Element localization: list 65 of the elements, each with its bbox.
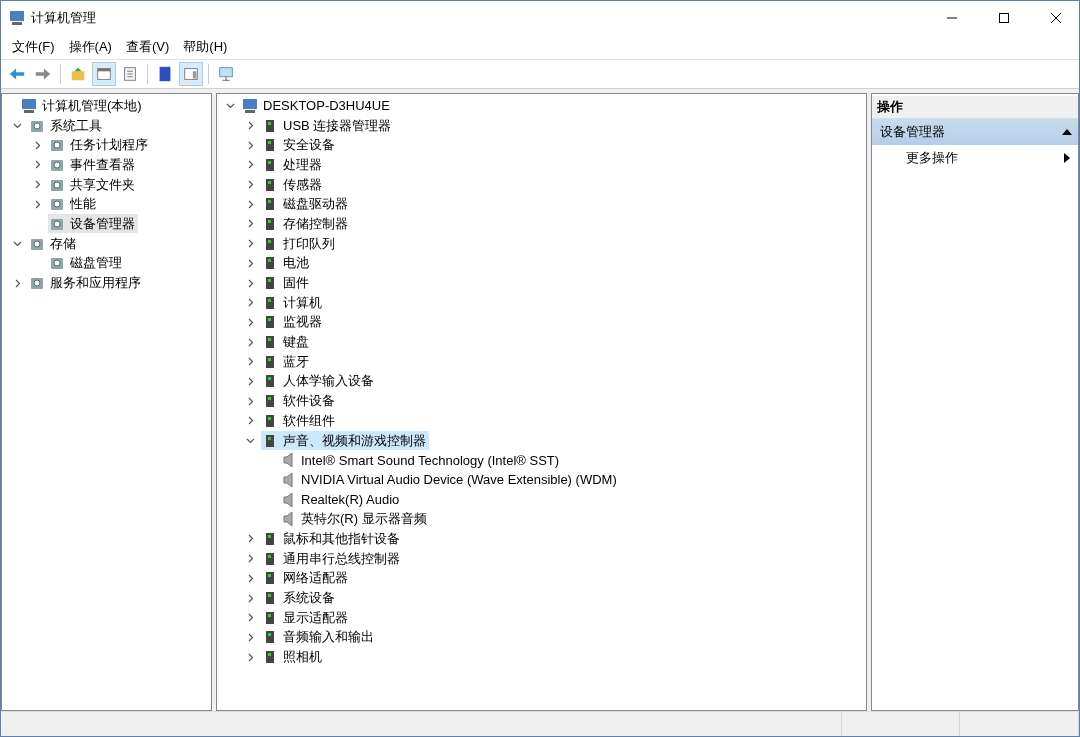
tree-item[interactable]: 通用串行总线控制器: [261, 549, 403, 569]
tree-item[interactable]: 磁盘管理: [48, 253, 125, 273]
window-title: 计算机管理: [31, 9, 97, 27]
tree-item[interactable]: 显示适配器: [261, 608, 351, 628]
tree-item[interactable]: 磁盘驱动器: [261, 194, 351, 214]
tree-item[interactable]: 打印队列: [261, 234, 338, 254]
close-icon: [1051, 13, 1061, 23]
action-item[interactable]: 更多操作: [872, 145, 1078, 171]
toolbar-button[interactable]: [179, 62, 203, 86]
menu-item[interactable]: 文件(F): [5, 36, 62, 58]
tree-item[interactable]: 软件设备: [261, 391, 338, 411]
maximize-icon: [999, 13, 1009, 23]
tree-item[interactable]: 事件查看器: [48, 155, 138, 175]
tree-item[interactable]: 英特尔(R) 显示器音频: [281, 509, 430, 529]
tree-item[interactable]: 服务和应用程序: [28, 273, 144, 293]
tree-item[interactable]: Intel® Smart Sound Technology (Intel® SST): [281, 450, 563, 470]
actions-section[interactable]: 设备管理器: [872, 119, 1078, 145]
toolbar-button[interactable]: [92, 62, 116, 86]
tree-item[interactable]: DESKTOP-D3HU4UE: [241, 96, 393, 116]
menu-item[interactable]: 帮助(H): [176, 36, 235, 58]
tree-item[interactable]: 监视器: [261, 312, 325, 332]
document-icon: [121, 65, 139, 83]
tree-item[interactable]: 网络适配器: [261, 568, 351, 588]
folder-icon: [69, 65, 87, 83]
tree-item[interactable]: 系统设备: [261, 588, 338, 608]
computer-icon: [21, 97, 37, 114]
panel-icon: [182, 65, 200, 83]
tree-item[interactable]: 设备管理器: [48, 214, 138, 234]
tree-item[interactable]: 人体学输入设备: [261, 371, 377, 391]
computer-icon: [9, 10, 25, 26]
tree-item[interactable]: USB 连接器管理器: [261, 116, 395, 136]
tree-item[interactable]: 计算机管理(本地): [20, 96, 145, 116]
tree-item[interactable]: 声音、视频和游戏控制器: [261, 431, 429, 451]
tree-item[interactable]: 固件: [261, 273, 312, 293]
menu-item[interactable]: 操作(A): [61, 36, 119, 58]
tree-item[interactable]: 键盘: [261, 332, 312, 352]
menu-item[interactable]: 查看(V): [118, 36, 177, 58]
tree-item[interactable]: 电池: [261, 253, 312, 273]
computer-icon: [242, 97, 258, 114]
panel-icon: [95, 65, 113, 83]
tree-item[interactable]: 系统工具: [28, 116, 105, 136]
tree-item[interactable]: 鼠标和其他指针设备: [261, 529, 403, 549]
tree-item[interactable]: 蓝牙: [261, 352, 312, 372]
tree-item[interactable]: 处理器: [261, 155, 325, 175]
speaker-icon: [282, 511, 296, 528]
tree-item[interactable]: 共享文件夹: [48, 175, 138, 195]
tree-item[interactable]: NVIDIA Virtual Audio Device (Wave Extensible) (WDM): [281, 470, 620, 490]
tree-item[interactable]: 传感器: [261, 175, 325, 195]
tree-item[interactable]: 存储: [28, 234, 79, 254]
monitor-icon: [217, 65, 235, 83]
tree-item[interactable]: Realtek(R) Audio: [281, 490, 403, 510]
chevron-icon[interactable]: [12, 239, 22, 249]
submenu-triangle-icon: [1064, 153, 1070, 163]
speaker-icon: [282, 491, 296, 508]
tree-item[interactable]: 任务计划程序: [48, 135, 151, 155]
tree-item[interactable]: 软件组件: [261, 411, 338, 431]
tree-item[interactable]: 性能: [48, 194, 99, 214]
speaker-icon: [282, 452, 296, 469]
tree-item[interactable]: 音频输入和输出: [261, 627, 377, 647]
actions-header: 操作: [872, 96, 1078, 119]
tree-item[interactable]: 安全设备: [261, 135, 338, 155]
tree-item[interactable]: 照相机: [261, 647, 325, 667]
speaker-icon: [282, 471, 296, 488]
tree-item[interactable]: 存储控制器: [261, 214, 351, 234]
tree-item[interactable]: 计算机: [261, 293, 325, 313]
